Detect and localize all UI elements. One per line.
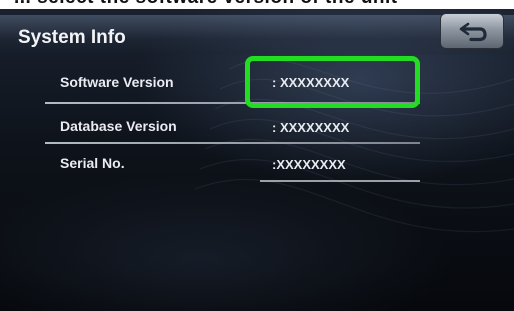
- cropped-caption-text: ... select the software version of the u…: [14, 0, 398, 9]
- database-version-value: : XXXXXXXX: [272, 120, 350, 135]
- row-divider: [260, 180, 420, 182]
- database-version-label: Database Version: [60, 118, 177, 134]
- return-arrow-icon: [459, 22, 487, 42]
- row-divider: [45, 142, 420, 144]
- cropped-caption-strip: ... select the software version of the u…: [0, 0, 514, 9]
- software-version-label: Software Version: [60, 74, 174, 90]
- page-title: System Info: [18, 27, 126, 48]
- software-version-highlight: [245, 56, 420, 108]
- system-info-screen: System Info Software Version : XXXXXXXX …: [0, 9, 514, 311]
- serial-no-value: :XXXXXXXX: [272, 157, 346, 172]
- back-button[interactable]: [440, 13, 504, 49]
- serial-no-label: Serial No.: [60, 155, 125, 171]
